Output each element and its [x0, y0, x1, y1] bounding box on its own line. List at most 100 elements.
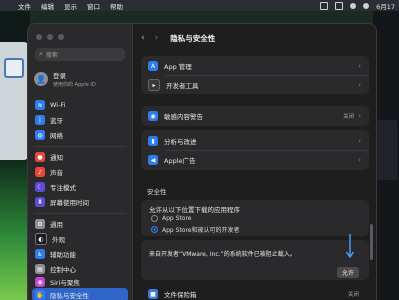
status-window-icon[interactable]	[320, 1, 329, 10]
menu-help[interactable]: 帮助	[110, 1, 123, 11]
sidebar-item-accessibility[interactable]: ♿ 辅助功能	[32, 247, 128, 261]
close-button[interactable]	[36, 34, 42, 40]
sidebar-item-label: 控制中心	[50, 266, 76, 274]
background-window-right	[373, 10, 399, 300]
sidebar-item-label: 声音	[50, 169, 63, 177]
profile-subtitle: 使用你的 Apple ID	[53, 82, 96, 88]
sidebar-item-label: 辅助功能	[50, 251, 76, 259]
sidebar-item-privacy-security[interactable]: ✋ 隐私与安全性	[32, 288, 128, 300]
search-icon: ⌕	[39, 50, 43, 58]
row-label: Apple广告	[164, 157, 196, 165]
row-apple-ads[interactable]: ◀ Apple广告 ›	[141, 151, 369, 169]
speaker-icon: ♪	[35, 167, 45, 177]
appearance-icon: ◐	[35, 233, 47, 245]
row-label: App 管理	[164, 63, 192, 71]
row-label: 敏感内容警告	[164, 113, 203, 121]
status-display-icon[interactable]	[335, 1, 344, 10]
sidebar-item-notifications[interactable]: ● 通知	[32, 150, 128, 164]
blocked-message: 来自开发者“VMware, Inc.”的系统软件已被阻止载入。	[149, 251, 296, 258]
back-button[interactable]: ‹	[141, 33, 145, 43]
sidebar-item-sound[interactable]: ♪ 声音	[32, 165, 128, 179]
search-input[interactable]: ⌕ 搜索	[35, 48, 125, 61]
main-pane: ‹ › 隐私与安全性 A App 管理 › ▸ 开发者工具 › ◉ 敏感内容警告…	[133, 24, 376, 300]
sidebar-item-label: 网络	[50, 132, 63, 140]
radio-button	[151, 215, 158, 222]
row-sensitive-content[interactable]: ◉ 敏感内容警告 关闭 ›	[141, 107, 369, 125]
blocked-extension-group: 来自开发者“VMware, Inc.”的系统软件已被阻止载入。 允许	[141, 234, 369, 280]
bluetooth-icon: ᛒ	[35, 115, 45, 125]
sidebar-item-general[interactable]: ⚙ 通用	[32, 217, 128, 231]
network-icon: ◍	[35, 130, 45, 140]
profile-title: 登录	[53, 72, 66, 80]
arrow-down-icon	[345, 234, 355, 259]
search-placeholder: 搜索	[45, 52, 58, 59]
row-value: 关闭	[347, 292, 359, 298]
sidebar-item-label: 外观	[52, 236, 65, 244]
menu-edit[interactable]: 编辑	[41, 1, 54, 11]
chevron-right-icon: ›	[358, 156, 361, 164]
row-label: 分析与改进	[164, 138, 197, 146]
row-filevault[interactable]: ■ 文件保险箱 关闭	[141, 288, 369, 300]
megaphone-icon: ◀	[148, 155, 158, 165]
sidebar-item-appearance[interactable]: ◐ 外观	[32, 232, 128, 246]
sidebar-item-screen-time[interactable]: ⧗ 屏幕使用时间	[32, 195, 128, 209]
radio-label: App Store和被认可的开发者	[162, 227, 240, 234]
status-control-icon[interactable]	[350, 2, 357, 9]
chevron-right-icon: ›	[358, 112, 361, 120]
chevron-right-icon: ›	[358, 81, 361, 89]
sidebar-item-label: Siri与聚焦	[50, 279, 80, 287]
sidebar-item-siri[interactable]: ◉ Siri与聚焦	[32, 275, 128, 289]
allow-downloads-group: 允许从以下位置下载的应用程序 App Store App Store和被认可的开…	[141, 200, 369, 236]
menu-file[interactable]: 文件	[18, 1, 31, 11]
apple-id-profile[interactable]: 👤 登录 使用你的 Apple ID	[34, 70, 96, 88]
bell-icon: ●	[35, 152, 45, 162]
menu-view[interactable]: 显示	[64, 1, 77, 11]
scrollbar[interactable]	[370, 224, 373, 260]
sidebar-item-label: 专注模式	[50, 184, 76, 192]
sidebar-divider	[34, 146, 126, 147]
settings-group-analytics: ▮ 分析与改进 › ◀ Apple广告 ›	[141, 130, 369, 170]
radio-button-selected	[151, 226, 158, 233]
sidebar-item-focus[interactable]: ☾ 专注模式	[32, 180, 128, 194]
row-label: 开发者工具	[166, 82, 199, 90]
sidebar-item-label: 通知	[50, 154, 63, 162]
sidebar-item-control-center[interactable]: ▤ 控制中心	[32, 262, 128, 276]
sidebar-item-label: 蓝牙	[50, 117, 63, 125]
menu-window[interactable]: 窗口	[87, 1, 100, 11]
sidebar-item-network[interactable]: ◍ 网络	[32, 128, 128, 142]
menubar: 文件 编辑 显示 窗口 帮助 6月17	[0, 0, 399, 11]
sidebar-item-wifi[interactable]: ≋ Wi-Fi	[32, 98, 128, 112]
page-title: 隐私与安全性	[170, 33, 216, 43]
moon-icon: ☾	[35, 182, 45, 192]
chevron-right-icon: ›	[358, 137, 361, 145]
sidebar-item-label: 隐私与安全性	[50, 292, 89, 300]
sidebar-item-label: 屏幕使用时间	[50, 199, 89, 207]
chart-icon: ▮	[148, 136, 158, 146]
menubar-clock[interactable]: 6月17	[376, 1, 395, 11]
sidebar: ⌕ 搜索 👤 登录 使用你的 Apple ID ≋ Wi-Fi ᛒ 蓝牙 ◍ 网…	[28, 24, 133, 300]
row-label: 文件保险箱	[164, 291, 197, 299]
radio-app-store[interactable]: App Store	[151, 215, 192, 222]
terminal-icon: ▸	[148, 79, 160, 91]
row-analytics[interactable]: ▮ 分析与改进 ›	[141, 132, 369, 150]
accessibility-icon: ♿	[35, 249, 45, 259]
siri-icon: ◉	[35, 277, 45, 287]
row-app-management[interactable]: A App 管理 ›	[141, 57, 369, 75]
section-title-security: 安全性	[147, 188, 167, 196]
control-center-icon: ▤	[35, 264, 45, 274]
allow-downloads-label: 允许从以下位置下载的应用程序	[149, 206, 240, 214]
row-value: 关闭	[343, 114, 355, 120]
minimize-button[interactable]	[47, 34, 53, 40]
forward-button[interactable]: ›	[155, 33, 159, 43]
background-panel	[377, 120, 397, 180]
row-developer-tools[interactable]: ▸ 开发者工具 ›	[141, 76, 369, 94]
allow-button[interactable]: 允许	[336, 267, 359, 278]
status-siri-icon[interactable]	[363, 2, 370, 9]
system-settings-window: ⌕ 搜索 👤 登录 使用你的 Apple ID ≋ Wi-Fi ᛒ 蓝牙 ◍ 网…	[28, 24, 376, 300]
chevron-right-icon: ›	[358, 62, 361, 70]
radio-identified-developers[interactable]: App Store和被认可的开发者	[151, 225, 240, 234]
zoom-button[interactable]	[58, 34, 64, 40]
background-window	[0, 42, 28, 160]
sidebar-item-bluetooth[interactable]: ᛒ 蓝牙	[32, 113, 128, 127]
eye-icon: ◉	[148, 111, 158, 121]
